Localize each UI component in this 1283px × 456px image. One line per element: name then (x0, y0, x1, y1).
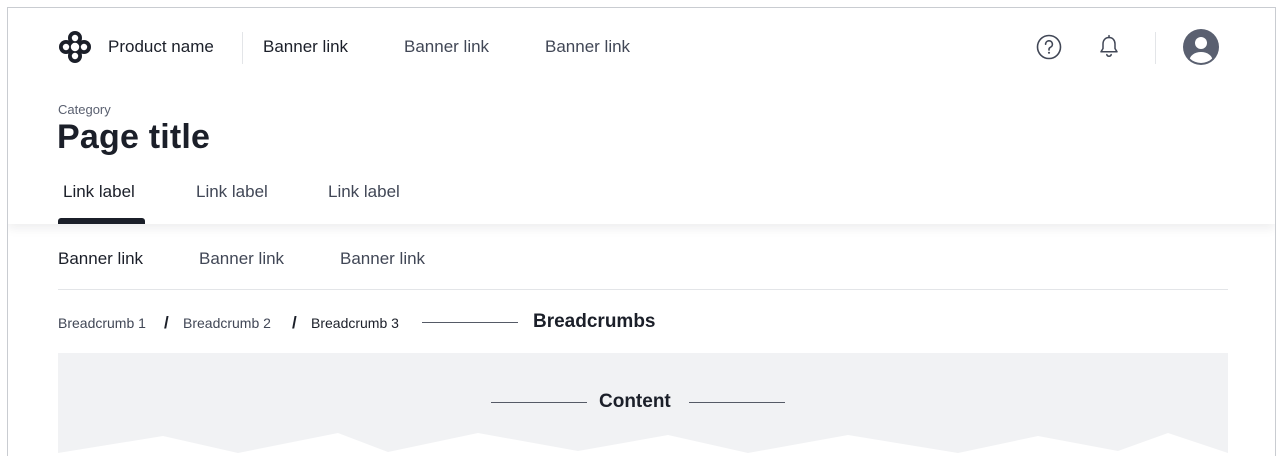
breadcrumb-item-3: Breadcrumb 3 (311, 315, 399, 331)
tab-link-label-1[interactable]: Link label (63, 182, 135, 202)
tab-link-label-2[interactable]: Link label (196, 182, 268, 202)
tab-link-label-3[interactable]: Link label (328, 182, 400, 202)
page-title: Page title (57, 118, 211, 156)
banner-link-1[interactable]: Banner link (263, 37, 348, 57)
breadcrumb-item-1[interactable]: Breadcrumb 1 (58, 315, 146, 331)
divider (242, 32, 243, 64)
subnav-banner-link-1[interactable]: Banner link (58, 249, 143, 269)
torn-edge-decoration (58, 433, 1228, 456)
page-category: Category (58, 102, 111, 117)
breadcrumb-separator: / (292, 313, 297, 332)
secondary-nav: Banner link Banner link Banner link (58, 238, 1228, 290)
banner-link-2[interactable]: Banner link (404, 37, 489, 57)
product-name[interactable]: Product name (108, 37, 214, 57)
subnav-banner-link-3[interactable]: Banner link (340, 249, 425, 269)
content-annotation-label: Content (599, 391, 671, 412)
bell-icon[interactable] (1095, 33, 1123, 61)
breadcrumb-separator: / (164, 313, 169, 332)
breadcrumb-item-2[interactable]: Breadcrumb 2 (183, 315, 271, 331)
breadcrumbs-annotation-label: Breadcrumbs (533, 311, 656, 332)
page-frame: Product name Banner link Banner link Ban… (7, 7, 1276, 456)
banner-link-3[interactable]: Banner link (545, 37, 630, 57)
annotation-line (689, 402, 785, 403)
page-header: Product name Banner link Banner link Ban… (8, 8, 1275, 224)
subnav-banner-link-2[interactable]: Banner link (199, 249, 284, 269)
annotation-line (422, 322, 518, 323)
breadcrumb: Breadcrumb 1 / Breadcrumb 2 / Breadcrumb… (58, 308, 758, 338)
annotation-line (491, 402, 587, 403)
active-tab-indicator (58, 218, 145, 224)
product-logo-icon[interactable] (58, 30, 92, 64)
top-bar: Product name Banner link Banner link Ban… (56, 24, 1227, 70)
content-area: Content (58, 353, 1228, 456)
help-icon[interactable] (1035, 33, 1063, 61)
page-tabs: Link label Link label Link label (58, 180, 458, 224)
avatar-icon[interactable] (1182, 28, 1220, 66)
divider (1155, 32, 1156, 64)
